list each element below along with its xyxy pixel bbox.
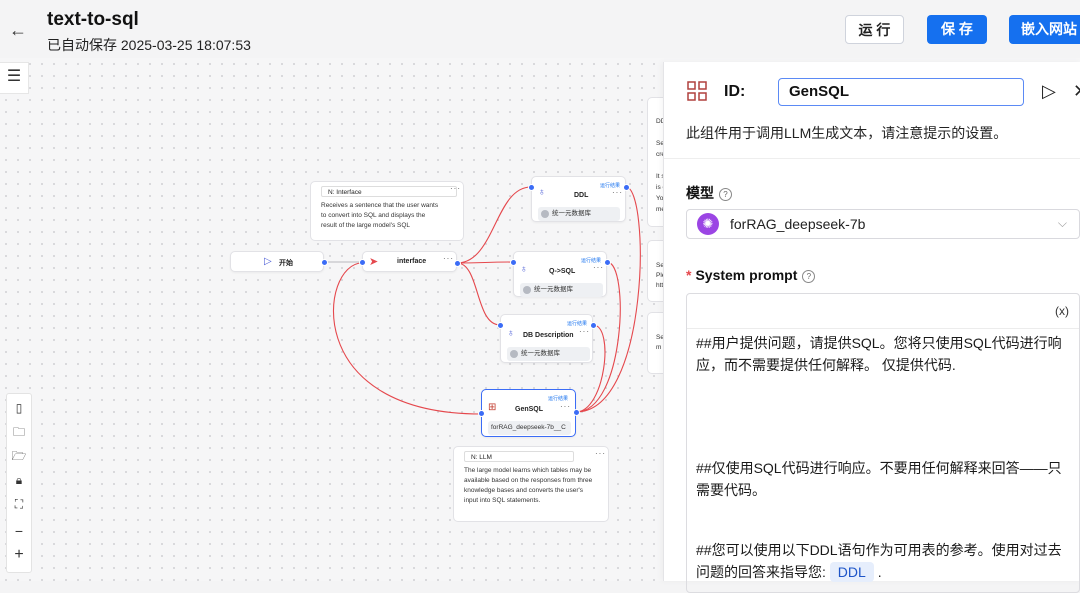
zoom-out-icon[interactable]: − [7, 520, 31, 542]
port[interactable] [604, 259, 611, 266]
node-settings-panel: ID: GenSQL ▷ ✕ 此组件用于调用LLM生成文本，请注意提示的设置。 … [663, 62, 1080, 593]
node-label: Q->SQL [549, 268, 576, 275]
model-select[interactable]: ✺ forRAG_deepseek-7b ⌵ [686, 209, 1080, 239]
notebook-icon[interactable]: ▯ [7, 397, 31, 419]
more-icon[interactable]: ··· [443, 254, 454, 263]
note-title: N: Interface [321, 186, 457, 197]
divider [664, 158, 1080, 159]
more-icon[interactable]: ··· [593, 263, 604, 272]
run-result-link[interactable]: 运行结果 [567, 320, 587, 327]
kb-avatar-icon [510, 350, 518, 358]
port[interactable] [321, 259, 328, 266]
run-result-link[interactable]: 运行结果 [548, 395, 568, 402]
knowledge-base-chip: 统一元数据库 [538, 207, 620, 221]
llm-icon [687, 81, 707, 101]
port[interactable] [573, 409, 580, 416]
more-icon[interactable]: ··· [560, 402, 571, 411]
port[interactable] [623, 184, 630, 191]
kb-avatar-icon [523, 286, 531, 294]
more-icon[interactable]: ··· [450, 184, 461, 193]
system-prompt-editor[interactable]: (x) ##用户提供问题，请提供SQL。您将只使用SQL代码进行响应，而不需要提… [686, 293, 1080, 593]
openai-logo-icon: ✺ [697, 213, 719, 235]
folder-upload-icon[interactable]: 🗁 [7, 445, 31, 467]
note-interface[interactable]: N: Interface ··· Receives a sentence tha… [310, 181, 464, 241]
port[interactable] [590, 322, 597, 329]
model-value: forRAG_deepseek-7b [730, 216, 866, 232]
port[interactable] [510, 259, 517, 266]
more-icon[interactable]: ··· [579, 327, 590, 336]
zoom-in-icon[interactable]: + [7, 544, 31, 566]
note-llm[interactable]: N: LLM ··· The large model learns which … [453, 446, 609, 522]
knowledge-base-chip: 统一元数据库 [507, 347, 590, 361]
insert-variable-icon[interactable]: (x) [1055, 304, 1069, 318]
edge-gensql-interface [333, 262, 482, 415]
prompt-paragraph[interactable]: ##仅使用SQL代码进行响应。不要用任何解释来回答——只需要代码。 [696, 457, 1068, 501]
node-label: DB Description [523, 332, 574, 339]
help-icon[interactable]: ? [802, 270, 816, 283]
lock-icon[interactable]: 🔒︎ [7, 469, 31, 491]
node-label: GenSQL [515, 406, 544, 413]
port[interactable] [454, 260, 461, 267]
folder-icon[interactable]: 🗀 [7, 421, 31, 443]
fit-view-icon[interactable]: ⛶ [7, 493, 31, 515]
node-db-description[interactable]: 运行结果 ♁ DB Description ··· 统一元数据库 [500, 314, 593, 363]
chevron-down-icon: ⌵ [1057, 216, 1067, 230]
send-icon: ➤ [369, 256, 379, 268]
node-interface[interactable]: ➤ interface ··· [362, 251, 457, 272]
node-gensql[interactable]: 运行结果 ⊞ GenSQL ··· forRAG_deepseek-7b__C [481, 389, 576, 437]
close-icon[interactable]: ✕ [1073, 81, 1080, 102]
prompt-paragraph[interactable]: ##您可以使用以下DDL语句作为可用表的参考。使用对过去问题的回答来指导您: D… [696, 539, 1068, 583]
model-label: 模型? [686, 183, 732, 203]
retrieval-icon: ♁ [538, 187, 546, 198]
retrieval-icon: ♁ [520, 264, 528, 275]
play-icon[interactable]: ▷ [1042, 81, 1056, 102]
help-icon[interactable]: ? [719, 188, 732, 201]
id-label: ID: [724, 83, 746, 100]
more-icon[interactable]: ··· [612, 188, 623, 197]
note-text: The large model learns which tables may … [464, 467, 593, 504]
more-icon[interactable]: ··· [595, 449, 606, 458]
llm-icon: ⊞ [488, 402, 497, 413]
note-title: N: LLM [464, 451, 574, 462]
prompt-paragraph[interactable]: ##用户提供问题，请提供SQL。您将只使用SQL代码进行响应，而不需要提供任何解… [696, 332, 1068, 376]
note-text: Receives a sentence that the user wants … [321, 202, 439, 229]
node-label: DDL [574, 192, 589, 199]
kb-avatar-icon [541, 210, 549, 218]
canvas-toolbar: ▯ 🗀 🗁 🔒︎ ⛶ − + [6, 393, 32, 573]
system-prompt-label: * System prompt? [686, 267, 816, 283]
component-description: 此组件用于调用LLM生成文本，请注意提示的设置。 [686, 125, 1008, 141]
port[interactable] [478, 410, 485, 417]
knowledge-base-chip: 统一元数据库 [520, 283, 603, 297]
edge-interface-dbdesc [456, 262, 501, 326]
port[interactable] [497, 322, 504, 329]
node-start[interactable]: ▷ 开始 [230, 251, 324, 272]
port[interactable] [528, 184, 535, 191]
retrieval-icon: ♁ [507, 328, 515, 339]
node-label: interface [397, 258, 427, 265]
node-id-input[interactable]: GenSQL [778, 78, 1024, 106]
node-ddl[interactable]: 运行结果 ♁ DDL ··· 统一元数据库 [531, 176, 626, 222]
port[interactable] [359, 259, 366, 266]
variable-tag-ddl[interactable]: DDL [829, 562, 874, 582]
node-qsql[interactable]: 运行结果 ♁ Q->SQL ··· 统一元数据库 [513, 251, 607, 297]
model-chip: forRAG_deepseek-7b__C [488, 421, 571, 435]
node-label: 开始 [279, 260, 293, 267]
play-circle-icon: ▷ [264, 256, 272, 267]
